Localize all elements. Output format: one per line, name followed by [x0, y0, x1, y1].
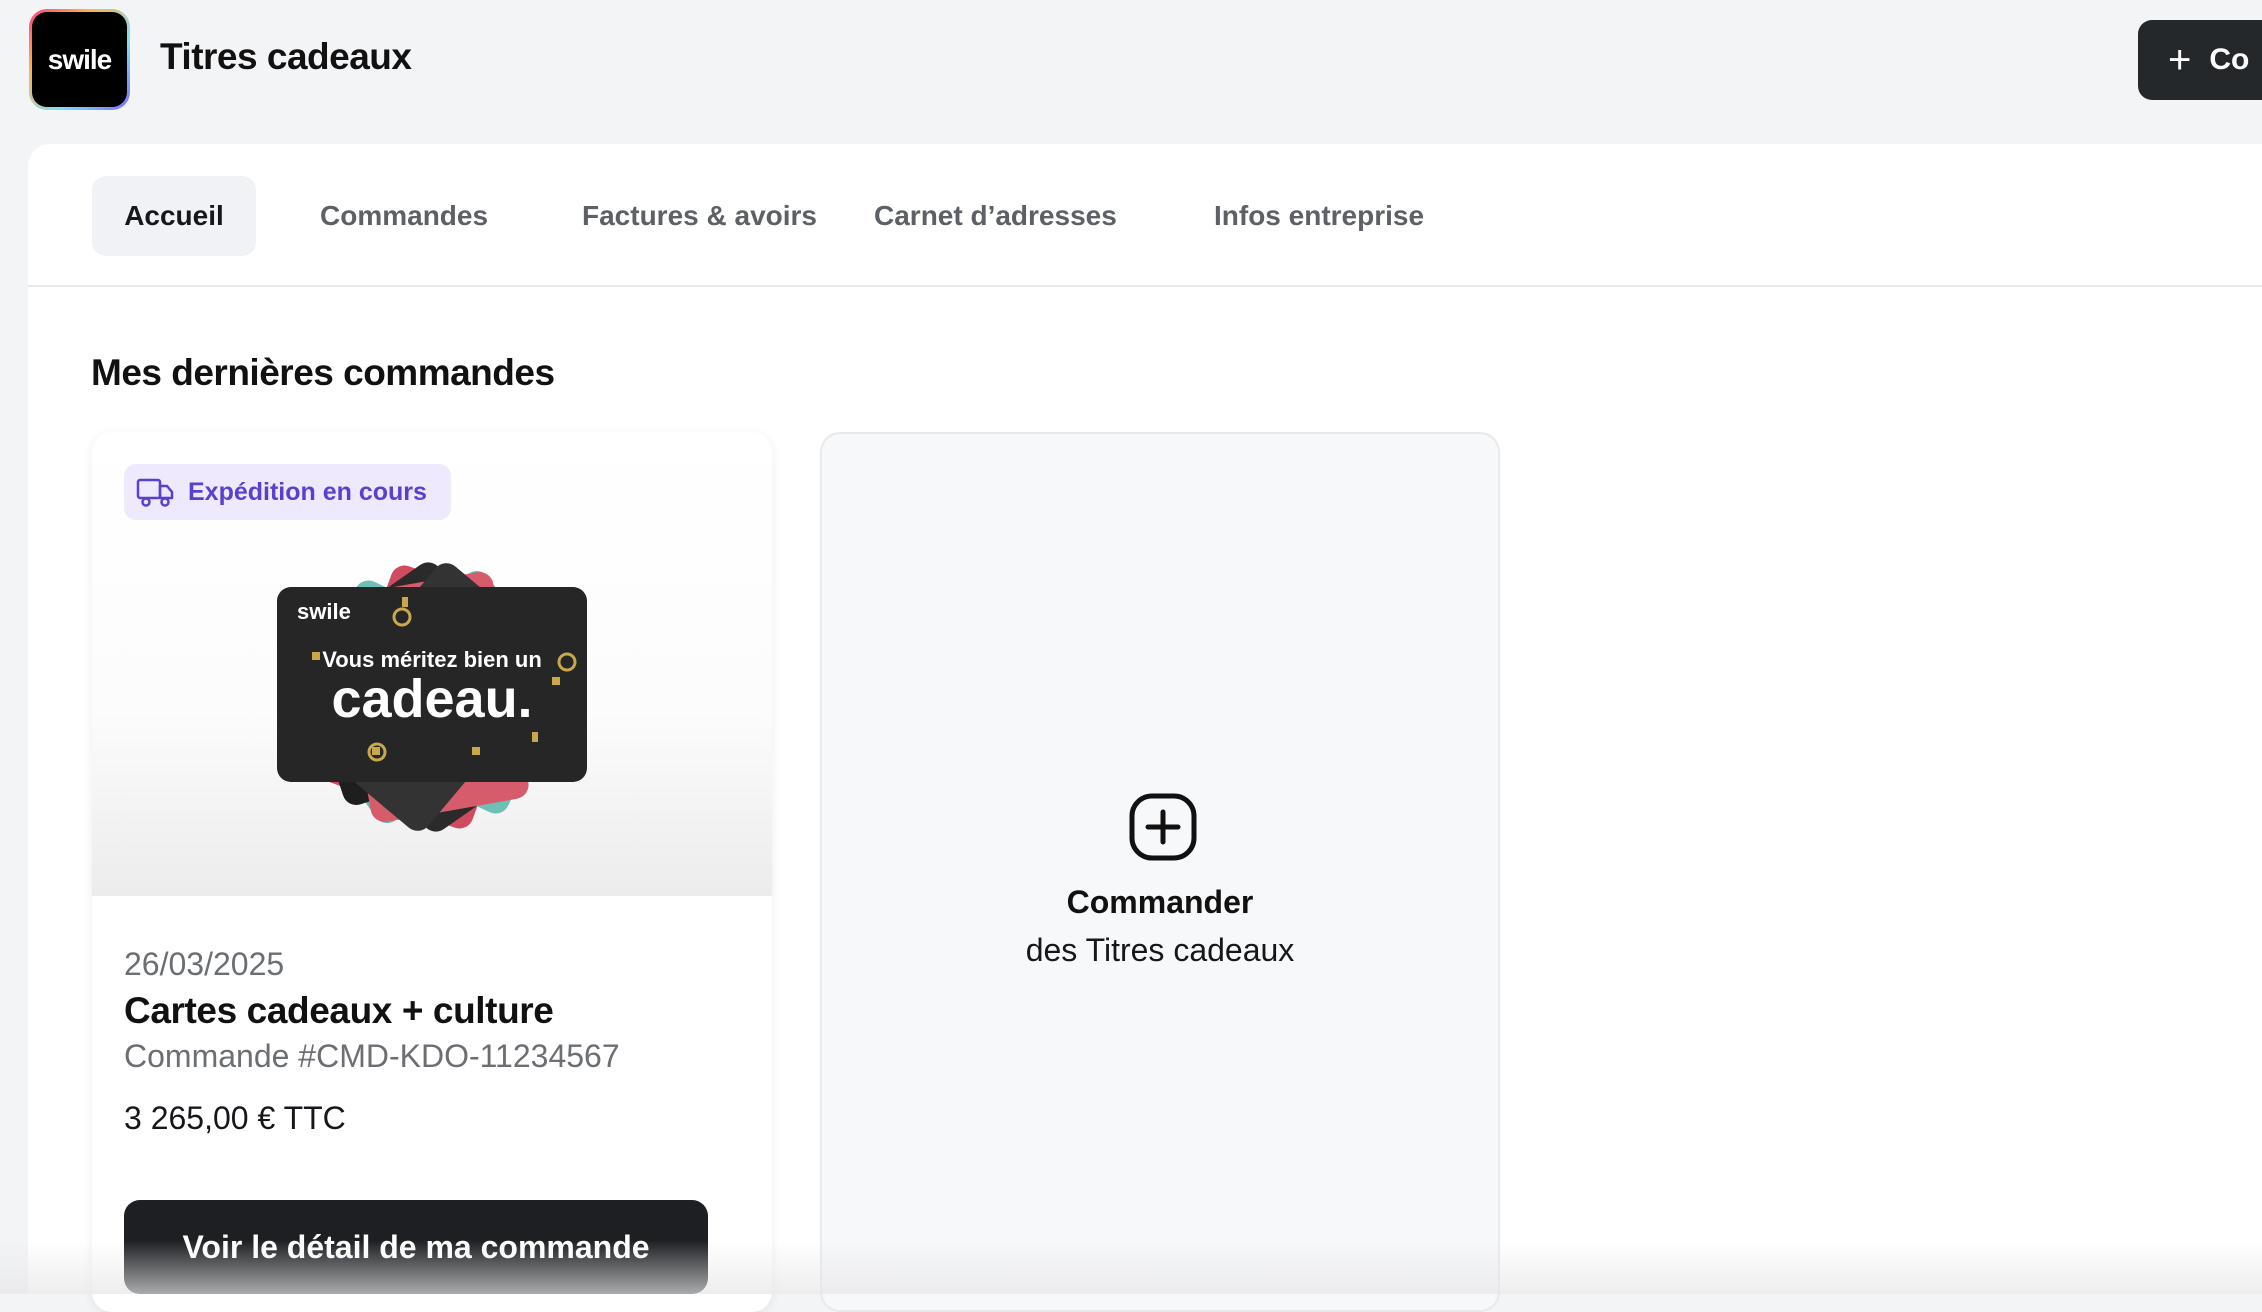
- order-detail-button[interactable]: Voir le détail de ma commande: [124, 1200, 708, 1294]
- gift-cards-illustration: swile Vous méritez bien un cadeau.: [277, 562, 587, 832]
- new-order-title: Commander: [1066, 884, 1254, 920]
- order-cta-label: Co: [2209, 43, 2250, 76]
- order-reference: Commande #CMD-KDO-11234567: [124, 1038, 620, 1074]
- new-order-card[interactable]: Commander des Titres cadeaux: [820, 432, 1500, 1312]
- order-name: Cartes cadeaux + culture: [124, 990, 554, 1031]
- tab-accueil[interactable]: Accueil: [92, 176, 256, 256]
- section-title: Mes dernières commandes: [91, 352, 555, 393]
- tab-infos-entreprise[interactable]: Infos entreprise: [1182, 176, 1456, 256]
- plus-icon: +: [2168, 38, 2192, 82]
- top-bar: swile Titres cadeaux + Co: [0, 0, 2262, 144]
- order-card: swile Vous méritez bien un cadeau. Expéd…: [92, 432, 772, 1312]
- order-total: 3 265,00 € TTC: [124, 1100, 346, 1136]
- main-panel: Accueil Commandes Factures & avoirs Carn…: [28, 144, 2262, 1312]
- swile-logo[interactable]: swile: [29, 9, 130, 110]
- card-brand: swile: [297, 599, 351, 624]
- truck-icon: [136, 478, 174, 507]
- tab-commandes[interactable]: Commandes: [288, 176, 520, 256]
- tab-bar: Accueil Commandes Factures & avoirs Carn…: [28, 144, 2262, 287]
- order-image: swile Vous méritez bien un cadeau. Expéd…: [92, 432, 772, 896]
- order-cta-button[interactable]: + Co: [2138, 20, 2262, 100]
- card-line2: cadeau.: [331, 669, 532, 729]
- tab-carnet-adresses[interactable]: Carnet d’adresses: [842, 176, 1149, 256]
- tab-factures-avoirs[interactable]: Factures & avoirs: [550, 176, 849, 256]
- logo-text: swile: [32, 12, 127, 107]
- status-label: Expédition en cours: [188, 477, 427, 506]
- order-date: 26/03/2025: [124, 946, 285, 982]
- status-badge: Expédition en cours: [124, 464, 451, 520]
- plus-square-icon: [1129, 793, 1197, 861]
- new-order-subtitle: des Titres cadeaux: [1025, 932, 1295, 968]
- app-title: Titres cadeaux: [160, 36, 412, 77]
